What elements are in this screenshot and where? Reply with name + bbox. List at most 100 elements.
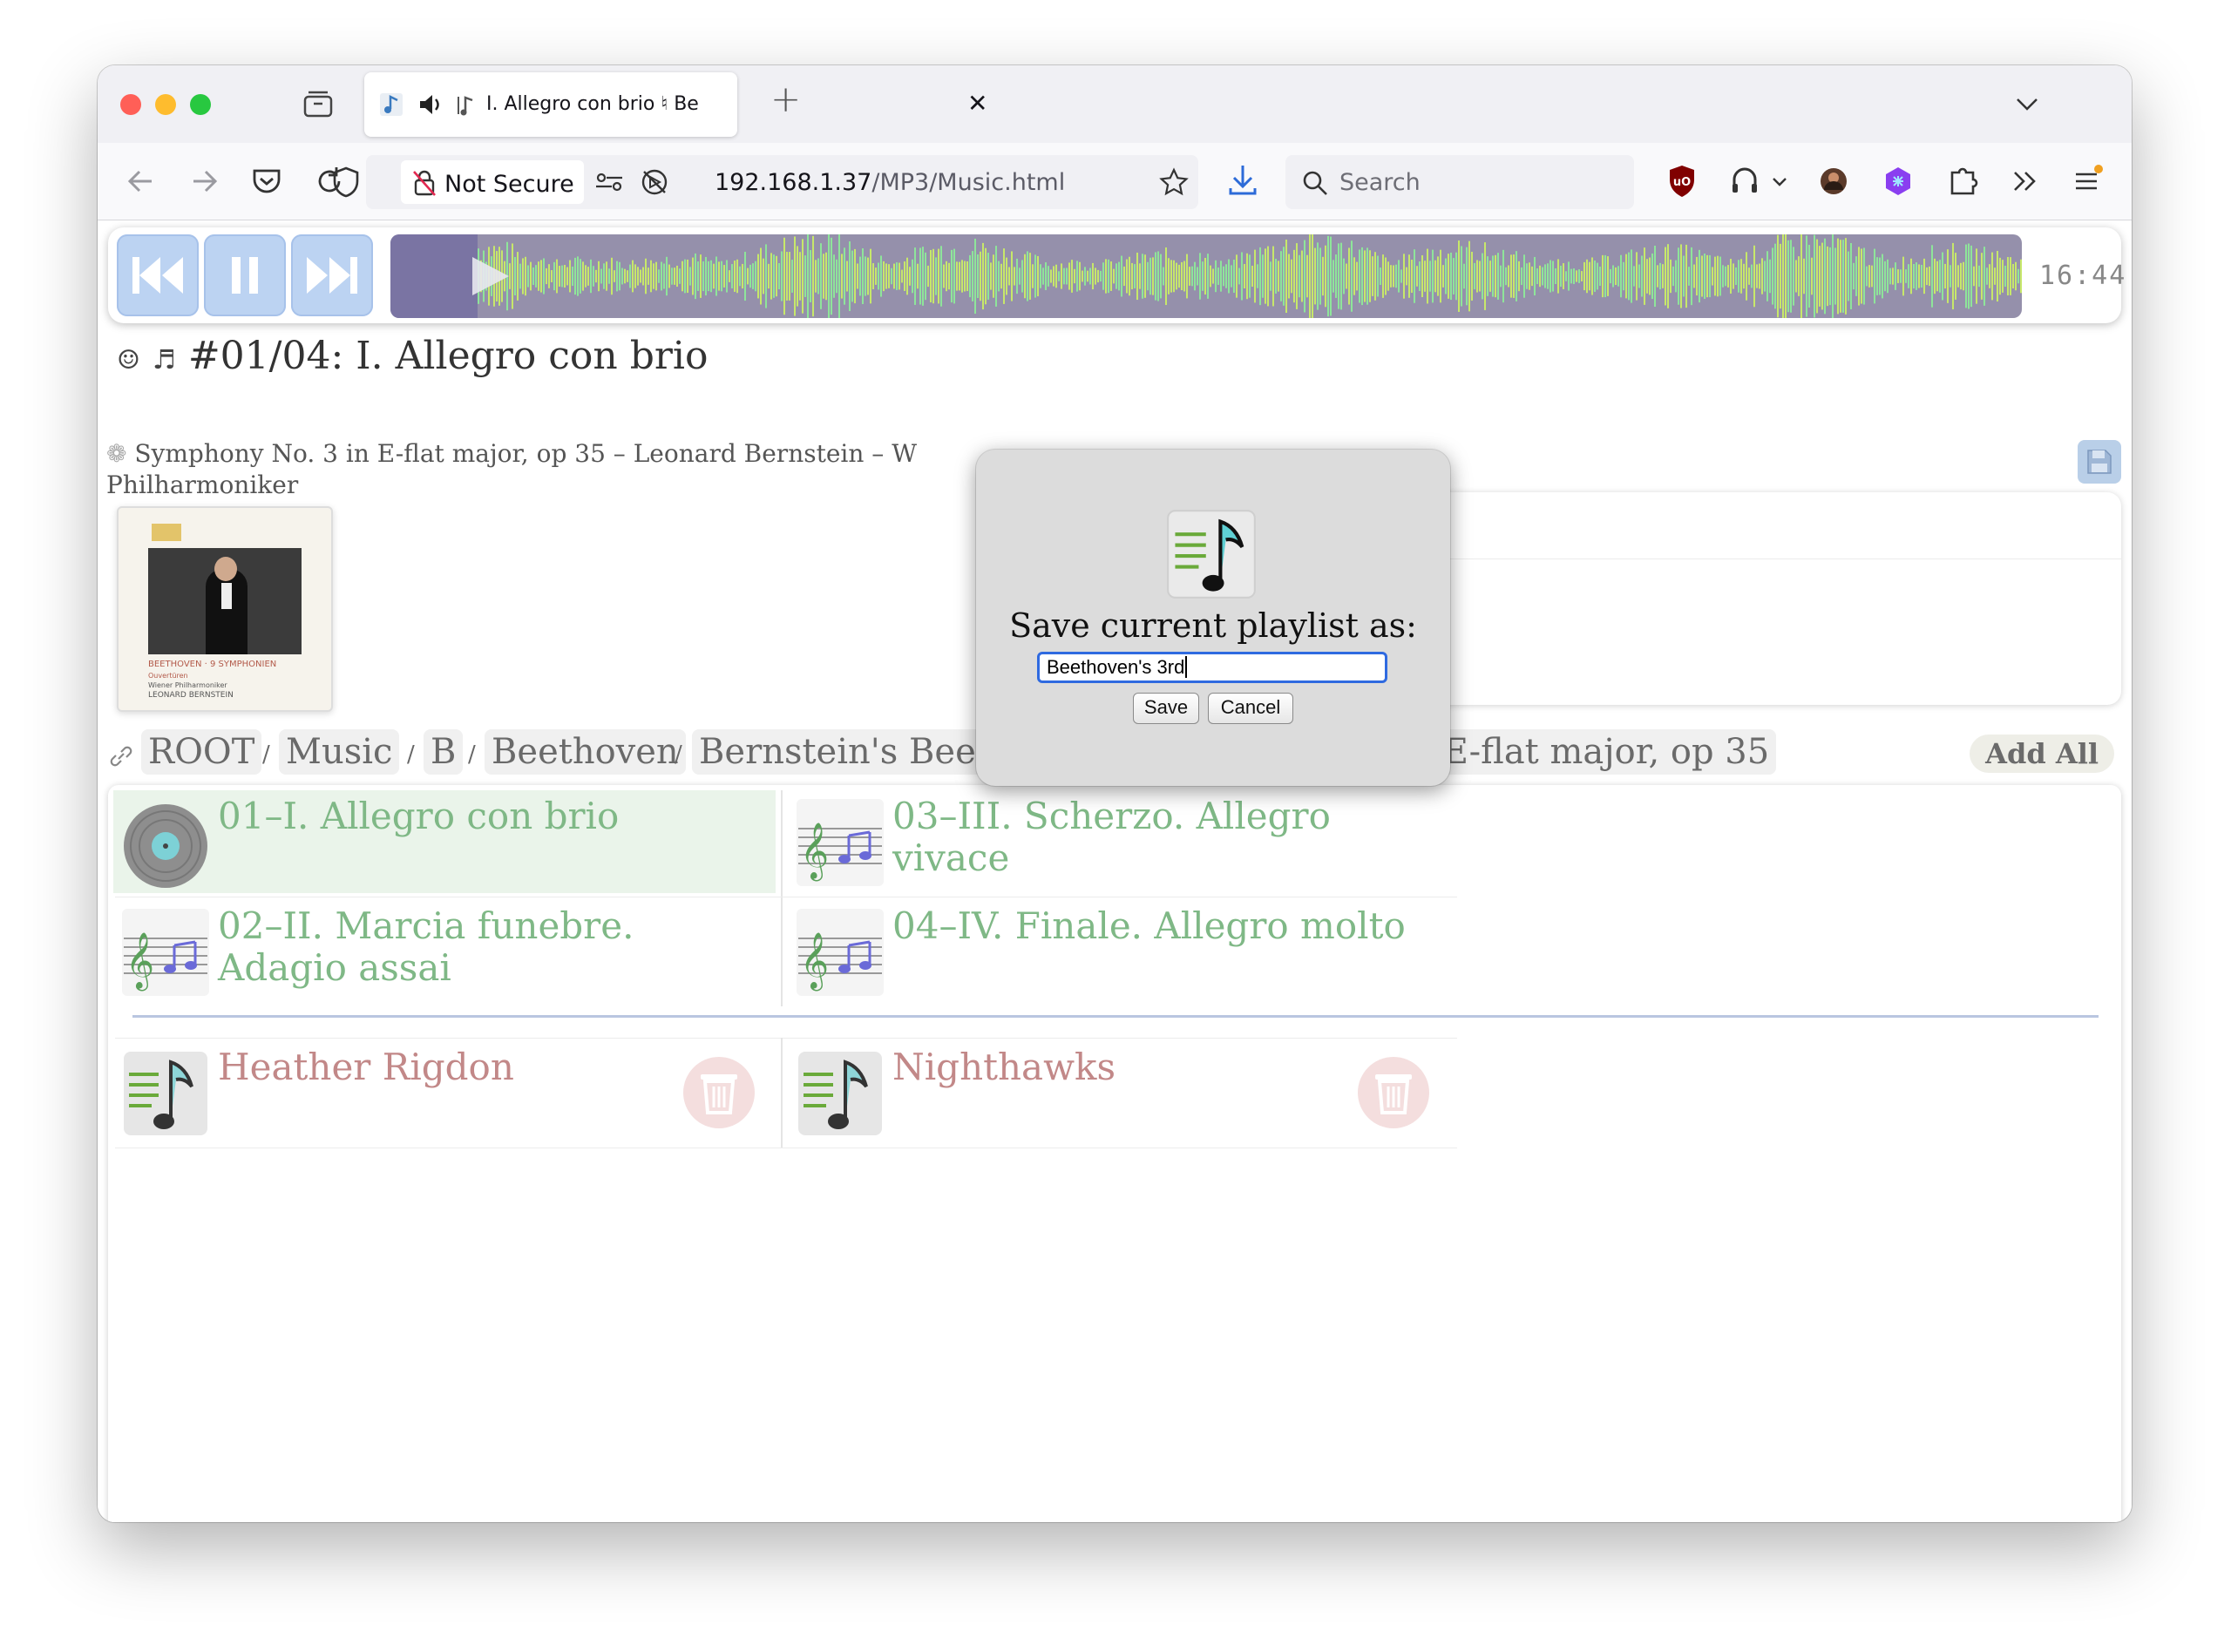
album-cover[interactable]: BEETHOVEN · 9 SYMPHONIEN Ouvertüren Wien… [117,506,333,712]
headphones-extension-icon[interactable] [1727,160,1762,202]
tab-close-icon[interactable]: ✕ [967,91,987,116]
breadcrumb-separator: / [675,741,682,768]
album-line: Symphony No. 3 in E-flat major, op 35 – … [134,439,917,468]
overflow-menu-icon[interactable] [2008,160,2043,202]
track-list: 01–I. Allegro con brio 𝄞 02–II. Marcia f… [108,785,2121,1522]
url-path: /MP3/Music.html [871,169,1066,196]
smiley-icon: ☺ [117,345,140,376]
delete-playlist-button[interactable] [1358,1057,1429,1128]
minimize-window-button[interactable] [155,94,176,115]
track-name: 04–IV. Finale. Allegro molto [892,904,1406,947]
tab-strip: I. Allegro con brio ♮ Beethoven ✕ + [98,65,2132,143]
url-host: 192.168.1.37 [715,169,872,196]
playlist-name: Heather Rigdon [218,1046,514,1088]
album-info: ❁ Symphony No. 3 in E-flat major, op 35 … [106,438,978,501]
app-menu-icon[interactable] [2071,160,2106,202]
waveform-scrubber[interactable] [390,234,2022,318]
insecure-lock-icon [413,170,436,196]
music-tab-icon [458,96,473,116]
sheet-music-icon: 𝄞 [122,909,209,996]
site-favicon-icon [380,93,403,116]
forward-icon[interactable] [186,160,221,202]
elapsed-time: 16:44 [2039,261,2127,291]
save-button[interactable]: Save [1133,693,1199,724]
save-playlist-button[interactable] [2078,440,2121,484]
extensions-puzzle-icon[interactable] [1945,160,1980,202]
ublock-origin-icon[interactable]: uO [1665,160,1699,202]
track-name: 02–II. Marcia funebre. Adagio assai [218,904,634,989]
playlist-icon [1167,510,1256,599]
now-playing-title: #01/04: I. Allegro con brio [187,334,709,378]
player-bar: 16:44 [108,227,2125,323]
album-line-2: Philharmoniker [106,471,299,499]
skip-back-icon [132,257,183,294]
text-caret [1185,656,1188,678]
trash-icon [701,1074,737,1114]
save-playlist-dialog: Save current playlist as: Beethoven's 3r… [976,450,1450,786]
track-item-02[interactable]: 𝄞 02–II. Marcia funebre. Adagio assai [113,900,776,1003]
cancel-button[interactable]: Cancel [1208,693,1293,724]
skip-forward-icon [307,257,357,294]
vinyl-record-icon [124,804,207,888]
playlist-item-heather-rigdon[interactable]: Heather Rigdon [113,1041,776,1144]
cover-text-3: Wiener Philharmoniker [148,681,227,689]
cover-text-4: LEONARD BERNSTEIN [148,691,234,700]
playlist-icon [124,1052,207,1135]
breadcrumb-root[interactable]: ROOT [141,729,262,775]
svg-text:𝄞: 𝄞 [125,932,154,991]
track-item-01[interactable]: 01–I. Allegro con brio [113,790,776,893]
zoom-window-button[interactable] [190,94,211,115]
row-divider [115,1038,1457,1039]
speaker-icon[interactable] [418,93,444,116]
close-window-button[interactable] [120,94,141,115]
add-all-button[interactable]: Add All [1970,735,2114,773]
playlist-icon [798,1052,882,1135]
tab-overview-icon[interactable] [303,90,333,118]
section-divider [132,1015,2099,1018]
track-name: 01–I. Allegro con brio [218,795,620,837]
playlist-item-nighthawks[interactable]: Nighthawks [788,1041,1450,1144]
permissions-icon[interactable] [594,169,624,195]
disc-icon: ❁ [106,439,127,468]
previous-track-button[interactable] [117,234,199,316]
track-item-04[interactable]: 𝄞 04–IV. Finale. Allegro molto [788,900,1450,1003]
breadcrumb-beethoven[interactable]: Beethoven [485,729,686,775]
breadcrumb-separator: / [262,741,270,768]
dialog-title: Save current playlist as: [1009,606,1417,645]
url-bar[interactable]: Not Secure 192.168.1.37/MP3/Music.html [333,155,1198,209]
sheet-music-icon: 𝄞 [797,909,884,996]
tab-active[interactable]: I. Allegro con brio ♮ Beethoven ✕ [364,72,987,137]
breadcrumb-separator: / [407,741,415,768]
track-item-03[interactable]: 𝄞 03–III. Scherzo. Allegro vivace [788,790,1450,893]
svg-text:uO: uO [1673,176,1691,189]
autoplay-blocked-icon[interactable] [640,167,669,197]
waveform-graphic [390,234,2022,318]
playlist-name-input[interactable]: Beethoven's 3rd [1037,652,1387,683]
extension-purple-icon[interactable] [1881,160,1916,202]
pause-icon [232,257,258,294]
new-tab-button[interactable]: + [770,81,801,118]
search-bar[interactable]: Search [1285,155,1634,209]
column-divider [781,790,783,1006]
next-track-button[interactable] [291,234,373,316]
svg-text:𝄞: 𝄞 [800,823,829,881]
link-icon[interactable] [108,743,134,769]
not-secure-label: Not Secure [444,171,574,198]
now-playing-header: ☺ ♬ #01/04: I. Allegro con brio [117,334,709,378]
account-avatar-icon[interactable] [1816,160,1851,202]
breadcrumb-music[interactable]: Music [279,729,400,775]
trash-icon [1375,1074,1412,1114]
pocket-icon[interactable] [249,160,284,202]
chevron-down-icon[interactable] [1771,160,1788,202]
bookmark-star-icon[interactable] [1159,167,1189,197]
pause-button[interactable] [204,234,286,316]
not-secure-indicator[interactable]: Not Secure [401,160,584,204]
url-text[interactable]: 192.168.1.37/MP3/Music.html [715,169,1065,196]
back-icon[interactable] [124,160,159,202]
tracking-protection-shield-icon[interactable] [331,166,361,199]
downloads-icon[interactable] [1225,160,1260,202]
delete-playlist-button[interactable] [683,1057,755,1128]
floppy-disk-icon [2087,450,2112,474]
list-all-tabs-icon[interactable] [2015,95,2039,112]
breadcrumb-b[interactable]: B [424,729,464,775]
